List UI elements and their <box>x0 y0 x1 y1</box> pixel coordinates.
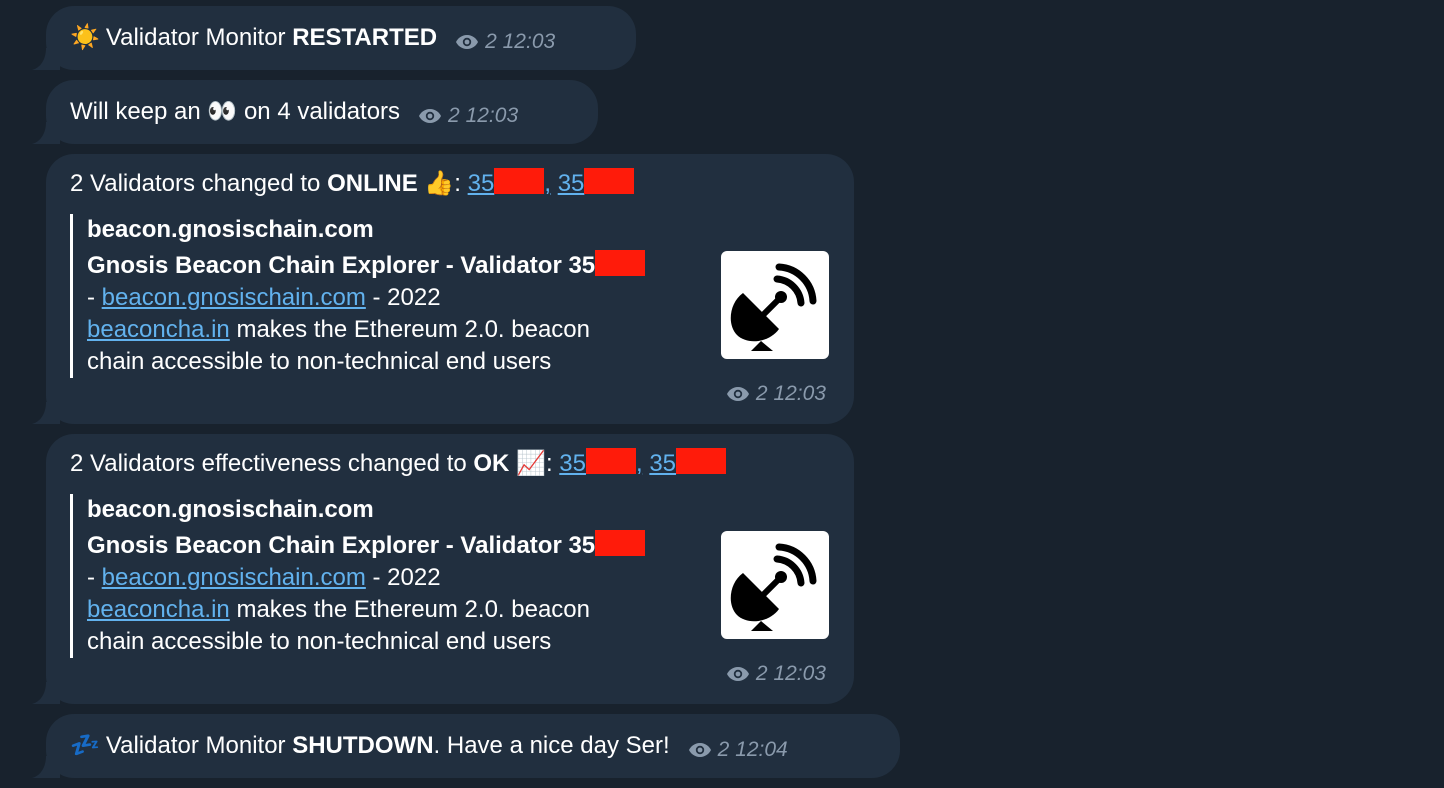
message-bold-text: OK <box>473 450 510 477</box>
message-text: Will keep an <box>70 98 208 125</box>
redaction-block <box>494 168 545 194</box>
satellite-dish-icon <box>730 543 817 631</box>
link-preview[interactable]: beacon.gnosischain.com Gnosis Beacon Cha… <box>70 494 829 658</box>
colon: : <box>454 170 461 197</box>
message-restarted[interactable]: ☀️ Validator Monitor RESTARTED 2 12:03 <box>46 6 636 70</box>
message-text: 2 Validators effectiveness changed to <box>70 450 474 477</box>
redaction-block <box>584 168 635 194</box>
message-watching[interactable]: Will keep an 👀 on 4 validators 2 12:03 <box>46 80 598 144</box>
validator-link-1[interactable]: 35 <box>559 448 636 477</box>
message-online[interactable]: 2 Validators changed to ONLINE 👍: 35, 35… <box>46 154 854 424</box>
preview-title: Gnosis Beacon Chain Explorer - Validator… <box>87 530 810 562</box>
message-time: 12:04 <box>735 738 788 761</box>
view-count: 2 <box>755 382 768 405</box>
preview-site-name: beacon.gnosischain.com <box>87 216 374 243</box>
message-time: 12:03 <box>773 662 826 685</box>
message-meta: 2 12:04 <box>688 734 788 766</box>
message-time: 12:03 <box>465 104 519 127</box>
validator-link-2[interactable]: 35 <box>558 168 635 197</box>
sun-emoji: ☀️ <box>70 24 100 51</box>
eyes-emoji: 👀 <box>207 98 238 125</box>
message-text: 2 Validators changed to <box>70 170 328 197</box>
preview-title: Gnosis Beacon Chain Explorer - Validator… <box>87 250 810 282</box>
message-text-suffix: on 4 validators <box>237 98 401 125</box>
zzz-emoji: 💤 <box>70 732 100 759</box>
eye-icon <box>688 743 711 757</box>
preview-description: - beacon.gnosischain.com - 2022 beaconch… <box>87 284 590 375</box>
preview-thumbnail[interactable] <box>721 531 829 639</box>
preview-link-gnosis[interactable]: beacon.gnosischain.com <box>102 284 366 311</box>
eye-icon <box>456 35 479 49</box>
message-shutdown[interactable]: 💤 Validator Monitor SHUTDOWN. Have a nic… <box>46 714 900 778</box>
message-bold-text: RESTARTED <box>292 24 438 51</box>
redaction-block <box>595 250 646 276</box>
message-meta: 2 12:03 <box>418 100 518 132</box>
message-time: 12:03 <box>773 382 826 405</box>
message-meta: 2 12:03 <box>726 658 826 690</box>
thumbs-up-emoji: 👍 <box>424 170 455 197</box>
link-separator: , <box>544 170 552 197</box>
eye-icon <box>726 387 749 401</box>
chart-increasing-emoji: 📈 <box>516 450 546 477</box>
link-separator: , <box>635 450 643 477</box>
validator-link-1[interactable]: 35 <box>468 168 545 197</box>
message-meta: 2 12:03 <box>726 378 826 410</box>
message-meta: 2 12:03 <box>455 26 555 58</box>
message-text: Validator Monitor <box>105 24 293 51</box>
preview-thumbnail[interactable] <box>721 251 829 359</box>
message-bold-text: SHUTDOWN <box>292 732 434 759</box>
view-count: 2 <box>717 738 730 761</box>
message-text-line: 2 Validators changed to ONLINE 👍: 35, 35 <box>70 168 830 200</box>
message-text-line: 2 Validators effectiveness changed to OK… <box>70 448 830 480</box>
view-count: 2 <box>755 662 768 685</box>
message-bold-text: ONLINE <box>327 170 418 197</box>
redaction-block <box>595 530 646 556</box>
view-count: 2 <box>485 30 497 53</box>
colon: : <box>545 450 553 477</box>
message-time: 12:03 <box>502 30 556 53</box>
preview-link-gnosis[interactable]: beacon.gnosischain.com <box>102 564 366 591</box>
link-preview[interactable]: beacon.gnosischain.com Gnosis Beacon Cha… <box>70 214 829 378</box>
message-text: Validator Monitor <box>105 732 293 759</box>
preview-description: - beacon.gnosischain.com - 2022 beaconch… <box>87 564 590 655</box>
preview-site-name: beacon.gnosischain.com <box>87 496 374 523</box>
validator-link-2[interactable]: 35 <box>649 448 727 477</box>
chat-history[interactable]: ☀️ Validator Monitor RESTARTED 2 12:03 W… <box>0 0 1444 788</box>
message-text-suffix: . Have a nice day Ser! <box>433 732 670 759</box>
redaction-block <box>676 448 727 474</box>
redaction-block <box>585 448 636 474</box>
preview-link-beaconchain[interactable]: beaconcha.in <box>87 596 230 623</box>
eye-icon <box>419 109 442 123</box>
view-count: 2 <box>448 104 460 127</box>
satellite-dish-icon <box>730 263 817 351</box>
message-effectiveness[interactable]: 2 Validators effectiveness changed to OK… <box>46 434 854 704</box>
preview-link-beaconchain[interactable]: beaconcha.in <box>87 316 230 343</box>
eye-icon <box>726 667 749 681</box>
